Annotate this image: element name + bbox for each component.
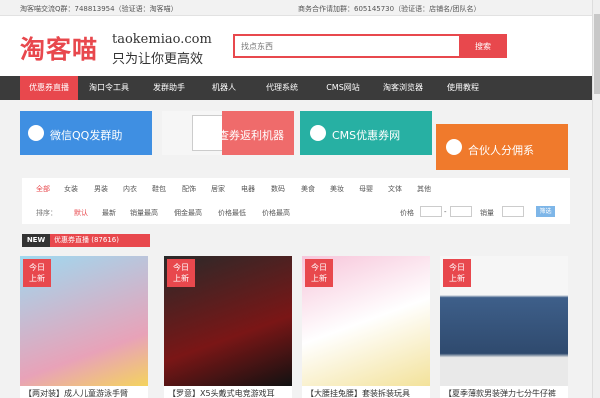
nav-group-helper[interactable]: 发群助手: [140, 76, 198, 100]
main-nav: 优惠券直播 淘口令工具 发群助手 机器人 代理系统 CMS网站 淘客浏览器 使用…: [0, 76, 600, 100]
product-card[interactable]: 今日 上新 【两对装】成人儿童游泳手臂: [20, 256, 148, 398]
nav-taokouling[interactable]: 淘口令工具: [78, 76, 140, 100]
top-info-bar: 淘客喵交流Q群：748813954（验证语：淘客喵） 商务合作请加群：60514…: [0, 0, 600, 16]
page-scrollbar[interactable]: [592, 0, 600, 398]
sort-sales[interactable]: 销量最高: [130, 208, 158, 218]
cat-men[interactable]: 男装: [94, 184, 108, 194]
sort-price-low[interactable]: 价格最低: [218, 208, 246, 218]
business-contact-info: 商务合作请加群：605145730（验证语：店铺名/团队名）: [298, 5, 481, 13]
search-input[interactable]: [233, 34, 459, 58]
product-card[interactable]: 今日 上新 【大腰挂兔腰】套装拆装玩具: [302, 256, 430, 398]
product-title[interactable]: 【两对装】成人儿童游泳手臂: [24, 388, 144, 398]
cat-digital[interactable]: 数码: [271, 184, 285, 194]
price-max-input[interactable]: [450, 206, 472, 217]
cat-other[interactable]: 其他: [417, 184, 431, 194]
product-card[interactable]: 今日 上新 【罗意】X5头戴式电竞游戏耳: [164, 256, 292, 398]
site-logo[interactable]: 淘客喵: [20, 30, 98, 66]
banner-cms[interactable]: CMS优惠券网: [300, 111, 432, 155]
nav-tutorial[interactable]: 使用教程: [434, 76, 492, 100]
banner-label: 合伙人分佣系: [468, 144, 534, 157]
cat-home[interactable]: 居家: [211, 184, 225, 194]
cat-accessories[interactable]: 配饰: [182, 184, 196, 194]
cms-icon: [310, 125, 326, 141]
sales-min-input[interactable]: [502, 206, 524, 217]
cat-food[interactable]: 美食: [301, 184, 315, 194]
sort-price-high[interactable]: 价格最高: [262, 208, 290, 218]
sort-default[interactable]: 默认: [74, 208, 88, 218]
price-dash: -: [444, 208, 447, 216]
new-tag: NEW: [22, 234, 50, 247]
banner-label: 微信QQ发群助: [50, 129, 123, 142]
cat-all[interactable]: 全部: [36, 184, 50, 194]
sort-newest[interactable]: 最新: [102, 208, 116, 218]
product-title[interactable]: 【大腰挂兔腰】套装拆装玩具: [306, 388, 426, 398]
filter-panel: 全部 女装 男装 内衣 鞋包 配饰 居家 电器 数码 美食 美妆 母婴 文体 其…: [22, 178, 570, 224]
sales-label: 销量: [480, 209, 494, 217]
price-min-input[interactable]: [420, 206, 442, 217]
scrollbar-thumb[interactable]: [594, 14, 600, 94]
nav-robot[interactable]: 机器人: [198, 76, 250, 100]
new-badge: 今日 上新: [305, 259, 333, 287]
filter-button[interactable]: 筛选: [536, 206, 555, 217]
partner-icon: [446, 139, 462, 155]
new-badge: 今日 上新: [443, 259, 471, 287]
banner-partner[interactable]: 合伙人分佣系: [436, 124, 568, 170]
cat-sports[interactable]: 文体: [388, 184, 402, 194]
new-badge: 今日 上新: [23, 259, 51, 287]
site-slogan: 只为让你更高效: [112, 52, 204, 67]
sort-commission[interactable]: 佣金最高: [174, 208, 202, 218]
search-button[interactable]: 搜索: [459, 34, 507, 58]
sort-label: 排序：: [36, 209, 57, 217]
site-domain: taokemiao.com: [112, 32, 212, 47]
page: 淘客喵交流Q群：748813954（验证语：淘客喵） 商务合作请加群：60514…: [0, 0, 600, 398]
cat-women[interactable]: 女装: [64, 184, 78, 194]
qq-group-info: 淘客喵交流Q群：748813954（验证语：淘客喵）: [20, 5, 178, 13]
nav-cms-site[interactable]: CMS网站: [314, 76, 372, 100]
new-badge: 今日 上新: [167, 259, 195, 287]
cat-underwear[interactable]: 内衣: [123, 184, 137, 194]
banner-rebate-robot[interactable]: 查券返利机器: [218, 111, 294, 155]
product-card[interactable]: 今日 上新 【夏季薄款男装弹力七分牛仔裤: [440, 256, 568, 398]
product-title[interactable]: 【罗意】X5头戴式电竞游戏耳: [168, 388, 288, 398]
nav-agent-system[interactable]: 代理系统: [250, 76, 314, 100]
banner-label: CMS优惠券网: [332, 129, 401, 142]
cat-baby[interactable]: 母婴: [359, 184, 373, 194]
cat-beauty[interactable]: 美妆: [330, 184, 344, 194]
nav-browser[interactable]: 淘客浏览器: [372, 76, 434, 100]
banner-group-helper[interactable]: 微信QQ发群助: [20, 111, 152, 155]
product-title[interactable]: 【夏季薄款男装弹力七分牛仔裤: [444, 388, 564, 398]
section-title: 优惠券直播 (87616): [50, 234, 150, 247]
banner-label: 查券返利机器: [218, 129, 284, 142]
cat-shoes-bags[interactable]: 鞋包: [152, 184, 166, 194]
price-label: 价格: [400, 209, 414, 217]
nav-coupon-live[interactable]: 优惠券直播: [20, 76, 78, 100]
cat-appliances[interactable]: 电器: [241, 184, 255, 194]
qq-wechat-icon: [28, 125, 44, 141]
